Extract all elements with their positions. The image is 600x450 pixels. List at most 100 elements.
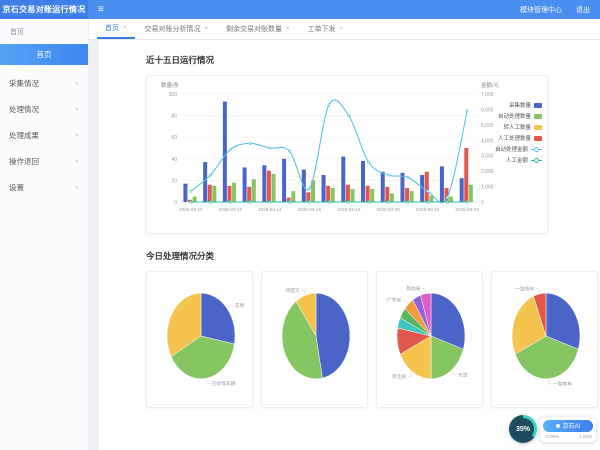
tab-label: 剩余交易对账数量 [226, 24, 282, 34]
pie-card-status: 实时已处理车辆 [146, 271, 253, 408]
legend-bar-marker [534, 103, 542, 108]
close-icon[interactable]: × [205, 26, 209, 32]
svg-text:40: 40 [171, 157, 177, 163]
legend-bar-marker [534, 114, 542, 119]
svg-text:2025-03-24: 2025-03-24 [455, 207, 479, 212]
sidebar-group-home[interactable]: 首页 [0, 19, 88, 44]
svg-text:1,000: 1,000 [481, 185, 494, 191]
tab-label: 首页 [105, 23, 119, 33]
sidebar-item-results[interactable]: 处理成果 ∨ [0, 125, 88, 146]
section-title-today-classes: 今日处理情况分类 [146, 250, 600, 262]
svg-text:6,000: 6,000 [481, 107, 494, 113]
tab-remaining[interactable]: 剩余交易对账数量 × [218, 19, 298, 39]
sidebar-item-collection[interactable]: 采集情况 ∨ [0, 73, 88, 94]
svg-text:2025-03-10: 2025-03-10 [179, 207, 203, 212]
sidebar-item-rollback[interactable]: 操作退回 ∨ [0, 151, 88, 172]
ai-card[interactable]: 京石AI ↑3.06% ↓1.02% [540, 417, 596, 442]
pie-card-submit: 待提交 [261, 271, 368, 408]
legend-label: 转人工数量 [503, 123, 531, 131]
close-icon[interactable]: × [340, 26, 344, 32]
logout-link[interactable]: 退出 [576, 5, 590, 15]
svg-text:7,000: 7,000 [481, 92, 494, 98]
svg-text:2025-03-16: 2025-03-16 [298, 207, 322, 212]
tab-workorder[interactable]: 工单下发 × [300, 19, 352, 39]
svg-text:2025-03-20: 2025-03-20 [376, 207, 400, 212]
ai-assistant-widget: 35% 京石AI ↑3.06% ↓1.02% [509, 415, 596, 443]
pie-chart-svg: 实时已处理车辆 [147, 272, 252, 405]
svg-text:3,000: 3,000 [481, 154, 494, 160]
svg-text:实时: 实时 [235, 302, 245, 309]
sidebar-item-settings[interactable]: 设置 ∨ [0, 177, 88, 198]
pie-chart-svg: 待提交 [262, 272, 367, 405]
pie-chart-svg: 天津河北省广东省其他省 [377, 272, 482, 405]
legend-label: 采集数量 [509, 101, 531, 109]
svg-text:20: 20 [171, 178, 177, 184]
tab-analysis[interactable]: 交易对账分析情况 × [137, 19, 217, 39]
legend-item[interactable]: 采集数量 [509, 101, 542, 109]
svg-text:2025-03-18: 2025-03-18 [337, 207, 361, 212]
sidebar: 首页 首页 采集情况 ∨ 处理情况 ∨ 处理成果 ∨ 操作退回 ∨ 设置 ∨ [0, 19, 89, 450]
combo-chart-svg: 02040608010001,0002,0003,0004,0005,0006,… [147, 76, 545, 231]
stat-down: ↓1.02% [577, 434, 592, 439]
chevron-down-icon: ∨ [75, 133, 79, 139]
chevron-down-icon: ∨ [75, 81, 79, 87]
progress-percent: 35% [509, 415, 537, 443]
hamburger-icon[interactable]: ≡ [98, 5, 104, 15]
svg-text:5,000: 5,000 [481, 123, 494, 129]
svg-text:一型客车: 一型客车 [553, 380, 572, 387]
svg-text:0: 0 [481, 200, 484, 206]
svg-text:2025-03-12: 2025-03-12 [219, 207, 243, 212]
svg-text:待提交: 待提交 [285, 287, 300, 294]
svg-text:河北省: 河北省 [392, 373, 407, 380]
svg-text:2,000: 2,000 [481, 169, 494, 175]
ai-pill[interactable]: 京石AI [543, 420, 593, 432]
tab-label: 交易对账分析情况 [145, 24, 201, 34]
svg-text:100: 100 [169, 92, 178, 98]
close-icon[interactable]: × [123, 25, 127, 31]
svg-text:广东省: 广东省 [387, 297, 402, 304]
pie-card-vehicle-type: 一型客车一型货车 [491, 271, 598, 408]
svg-text:其他省: 其他省 [406, 285, 421, 292]
legend-label: 人工金额 [506, 156, 528, 164]
legend-label: 自动处理金额 [495, 145, 528, 153]
chevron-down-icon: ∨ [75, 159, 79, 165]
pie-chart-svg: 一型客车一型货车 [492, 272, 597, 405]
page-content: 近十五日运行情况 02040608010001,0002,0003,0004,0… [99, 40, 600, 450]
sidebar-item-label: 处理情况 [9, 104, 39, 115]
legend-line-marker [531, 158, 542, 163]
section-title-fifteen-days: 近十五日运行情况 [146, 54, 600, 66]
svg-text:0: 0 [174, 200, 177, 206]
sidebar-item-label: 采集情况 [9, 78, 39, 89]
close-icon[interactable]: × [286, 26, 290, 32]
legend-item[interactable]: 自动处理金额 [495, 145, 542, 153]
pie-card-province: 天津河北省广东省其他省 [376, 271, 483, 408]
progress-badge[interactable]: 35% [509, 415, 537, 443]
legend-line-marker [531, 147, 542, 152]
legend-bar-marker [534, 125, 542, 130]
module-center-link[interactable]: 模块管理中心 [520, 5, 562, 15]
chevron-down-icon: ∨ [75, 185, 79, 191]
ai-bot-icon [556, 424, 560, 428]
combo-chart-card: 02040608010001,0002,0003,0004,0005,0006,… [146, 75, 548, 234]
ai-stats: ↑3.06% ↓1.02% [543, 434, 593, 439]
svg-text:60: 60 [171, 135, 177, 141]
stat-up: ↑3.06% [544, 434, 559, 439]
svg-text:已处理车辆: 已处理车辆 [211, 380, 235, 387]
legend-item[interactable]: 人工金额 [506, 156, 542, 164]
tab-home[interactable]: 首页 × [97, 19, 135, 39]
sidebar-item-label: 操作退回 [9, 156, 39, 167]
sidebar-item-home[interactable]: 首页 [0, 44, 88, 65]
sidebar-item-label: 处理成果 [9, 130, 39, 141]
pie-cards-row: 实时已处理车辆 待提交 天津河北省广东省其他省 一型客车一型货车 [146, 271, 600, 408]
ai-label: 京石AI [563, 421, 581, 430]
legend-bar-marker [534, 136, 542, 141]
legend-item[interactable]: 转人工数量 [503, 123, 542, 131]
legend-label: 人工处理数量 [498, 134, 531, 142]
legend-item[interactable]: 人工处理数量 [498, 134, 542, 142]
sidebar-item-processing[interactable]: 处理情况 ∨ [0, 99, 88, 120]
legend-item[interactable]: 自动处理数量 [498, 112, 542, 120]
tab-bar: 首页 × 交易对账分析情况 × 剩余交易对账数量 × 工单下发 × [89, 19, 600, 40]
svg-text:2025-03-22: 2025-03-22 [416, 207, 440, 212]
legend-label: 自动处理数量 [498, 112, 531, 120]
sidebar-item-label: 设置 [9, 182, 24, 193]
